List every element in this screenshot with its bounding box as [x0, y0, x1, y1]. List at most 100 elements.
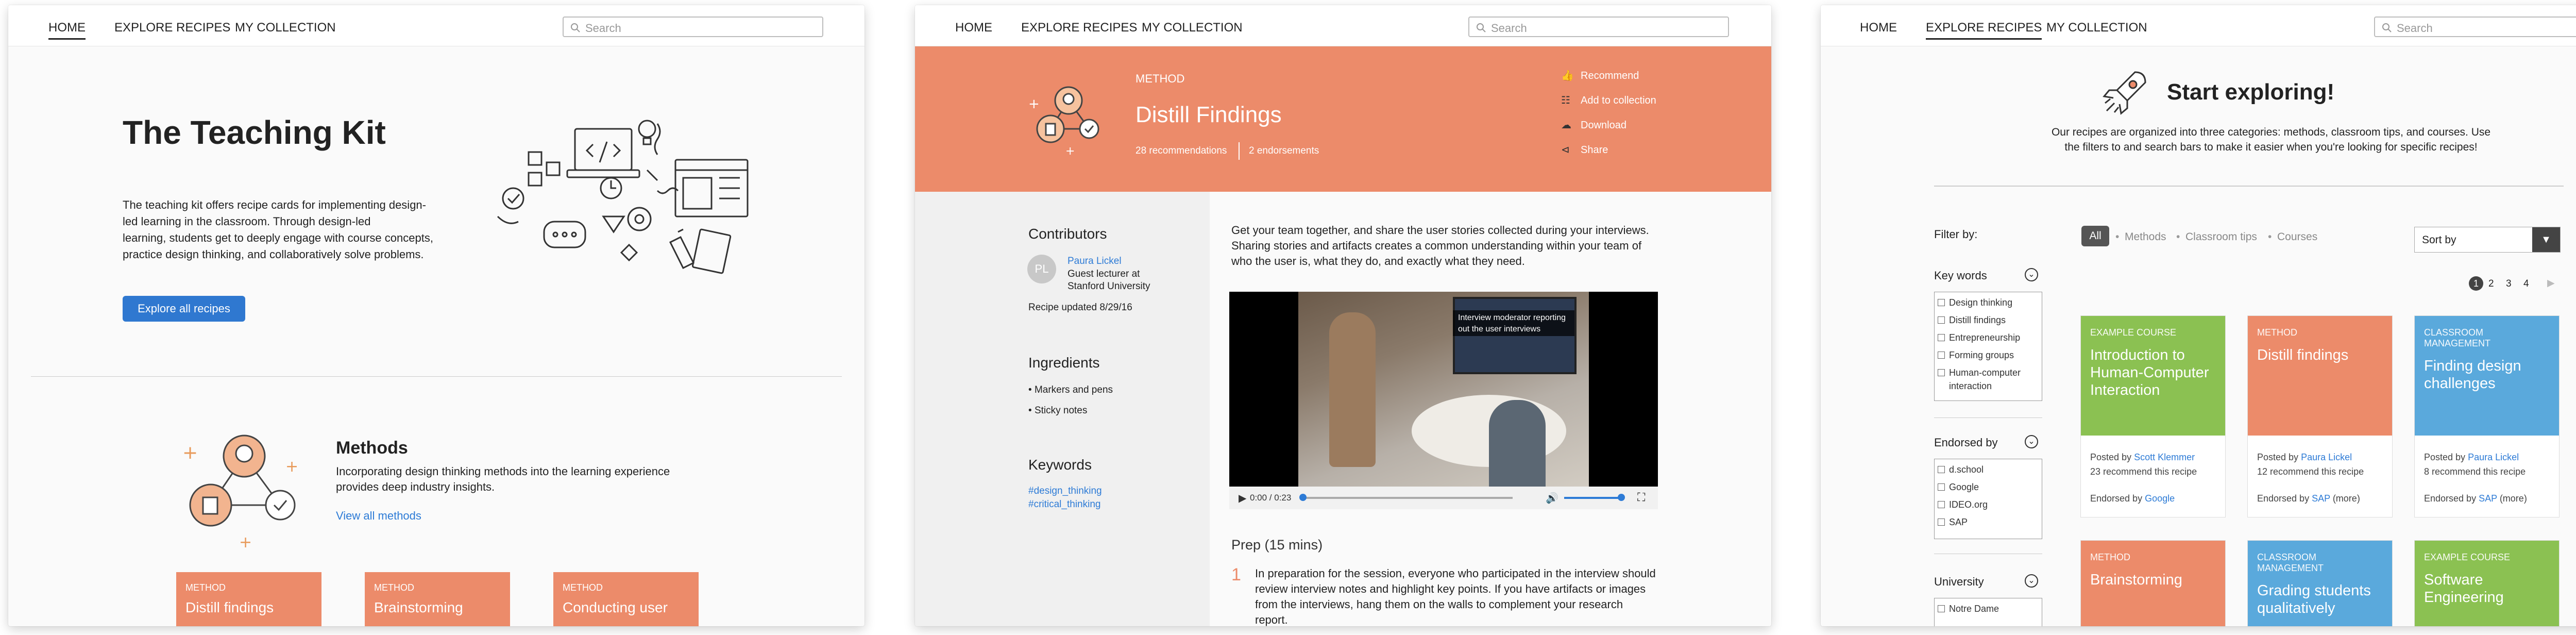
- view-all-methods-link[interactable]: View all methods: [336, 509, 421, 523]
- volume-icon[interactable]: 🔊: [1546, 492, 1558, 505]
- volume-handle[interactable]: [1618, 494, 1625, 501]
- checkbox-google[interactable]: Google: [1938, 482, 1979, 493]
- nav-home[interactable]: HOME: [48, 21, 86, 40]
- search-placeholder: Search: [2397, 22, 2433, 35]
- search-input[interactable]: Search: [563, 16, 823, 37]
- divider: [1239, 142, 1240, 160]
- recommend-button[interactable]: Recommend: [1581, 70, 1639, 82]
- recipe-category: METHOD: [1136, 72, 1185, 85]
- page-4[interactable]: 4: [2523, 278, 2529, 290]
- sort-label: Sort by: [2422, 234, 2456, 246]
- page-3[interactable]: 3: [2506, 278, 2512, 290]
- share-button[interactable]: Share: [1581, 144, 1608, 156]
- download-button[interactable]: Download: [1581, 120, 1626, 131]
- next-page-icon[interactable]: ▶: [2547, 277, 2555, 289]
- checkbox-dschool[interactable]: d.school: [1938, 464, 1984, 475]
- recipe-card[interactable]: METHOD Distill findings Posted by Paura …: [2247, 315, 2393, 517]
- video-time: 0:00 / 0:23: [1250, 493, 1292, 503]
- hero-title: Start exploring!: [2167, 79, 2335, 105]
- teaching-kit-home-panel: HOME EXPLORE RECIPES MY COLLECTION Searc…: [8, 5, 865, 626]
- nav-my-collection[interactable]: MY COLLECTION: [235, 21, 336, 38]
- search-placeholder: Search: [585, 22, 621, 35]
- svg-text:+: +: [285, 458, 298, 476]
- checkbox-sap[interactable]: SAP: [1938, 517, 1968, 528]
- ingredient-item: • Sticky notes: [1028, 405, 1088, 416]
- page-1[interactable]: 1: [2469, 276, 2483, 291]
- search-input[interactable]: Search: [2374, 16, 2576, 37]
- checkbox-human-computer-interaction[interactable]: Human-computer: [1938, 367, 2021, 378]
- tab-classroom-tips[interactable]: Classroom tips: [2185, 231, 2257, 243]
- nav-home[interactable]: HOME: [955, 21, 992, 38]
- search-input[interactable]: Search: [1468, 16, 1729, 37]
- checkbox-distill-findings[interactable]: Distill findings: [1938, 315, 2006, 326]
- video-controls: ▶ 0:00 / 0:23 🔊 ⛶: [1229, 487, 1658, 509]
- checkbox-ideo[interactable]: IDEO.org: [1938, 499, 1988, 510]
- video-scrubber[interactable]: [1299, 494, 1307, 501]
- step-number: 1: [1231, 565, 1241, 584]
- recipe-card[interactable]: CLASSROOM MANAGEMENT Finding design chall…: [2414, 315, 2560, 517]
- keywords-heading: Keywords: [1028, 457, 1092, 473]
- svg-text:+: +: [239, 533, 252, 552]
- university-filter-list: Notre Dame: [1934, 598, 2042, 626]
- nav-explore-recipes[interactable]: EXPLORE RECIPES: [1021, 21, 1137, 38]
- video-player[interactable]: Interview moderator reporting out the use…: [1229, 292, 1658, 509]
- checkbox-notre-dame[interactable]: Notre Dame: [1938, 604, 1999, 614]
- contributor-role: Guest lecturer at Stanford University: [1067, 269, 1150, 292]
- chevron-down-icon[interactable]: ⌄: [2025, 435, 2038, 448]
- svg-text:+: +: [182, 442, 198, 463]
- add-collection-icon: ☷: [1561, 95, 1570, 106]
- chevron-down-icon[interactable]: ▼: [2532, 227, 2560, 252]
- tab-courses[interactable]: Courses: [2277, 231, 2317, 243]
- svg-text:+: +: [1028, 96, 1040, 112]
- recipe-card[interactable]: EXAMPLE COURSE Introduction to Human-Comp…: [2080, 315, 2226, 517]
- checkbox-design-thinking[interactable]: Design thinking: [1938, 297, 2012, 308]
- recipe-detail-panel: HOME EXPLORE RECIPES MY COLLECTION Searc…: [915, 5, 1771, 626]
- methods-heading: Methods: [336, 438, 408, 458]
- nav-home[interactable]: HOME: [1860, 21, 1897, 38]
- nav-my-collection[interactable]: MY COLLECTION: [2046, 21, 2147, 38]
- play-icon[interactable]: ▶: [1239, 492, 1246, 505]
- recipe-card[interactable]: METHOD Brainstorming: [2080, 540, 2226, 626]
- endorsement-count: 2 endorsements: [1249, 145, 1319, 156]
- nav-explore-recipes[interactable]: EXPLORE RECIPES: [1926, 21, 2042, 40]
- add-to-collection-button[interactable]: Add to collection: [1581, 95, 1656, 107]
- card-endorsement: Endorsed by Google: [2090, 493, 2175, 504]
- video-person: [1489, 400, 1546, 493]
- contributor-name-link[interactable]: Paura Lickel: [1067, 256, 1122, 267]
- method-card[interactable]: METHOD Conducting user: [553, 572, 699, 626]
- recommend-action[interactable]: 👍: [1561, 69, 1574, 82]
- video-progress-bar[interactable]: [1301, 497, 1513, 499]
- top-nav: HOME EXPLORE RECIPES MY COLLECTION Searc…: [8, 5, 865, 46]
- keyword-link[interactable]: #critical_thinking: [1028, 499, 1100, 510]
- keyword-link[interactable]: #design_thinking: [1028, 486, 1102, 497]
- tab-all[interactable]: All: [2081, 226, 2109, 246]
- checkbox-entrepreneurship[interactable]: Entrepreneurship: [1938, 332, 2020, 343]
- ingredients-heading: Ingredients: [1028, 355, 1100, 371]
- nav-explore-recipes[interactable]: EXPLORE RECIPES: [114, 21, 230, 38]
- checkbox-label-continuation: interaction: [1949, 381, 1992, 391]
- recipe-updated-date: Recipe updated 8/29/16: [1028, 302, 1132, 313]
- search-icon: [2382, 23, 2392, 32]
- recipe-card[interactable]: EXAMPLE COURSE Software Engineering: [2414, 540, 2560, 626]
- methods-icon: + + +: [182, 435, 298, 552]
- tab-methods[interactable]: Methods: [2125, 231, 2166, 243]
- volume-slider[interactable]: [1564, 497, 1620, 499]
- method-card[interactable]: METHOD Distill findings: [176, 572, 321, 626]
- search-icon: [571, 23, 580, 32]
- checkbox-forming-groups[interactable]: Forming groups: [1938, 350, 2014, 361]
- teaching-tools-illustration-icon: [497, 120, 749, 274]
- nav-my-collection[interactable]: MY COLLECTION: [1142, 21, 1243, 38]
- page-2[interactable]: 2: [2488, 278, 2494, 290]
- card-recommendations: 23 recommend this recipe: [2090, 466, 2197, 477]
- fullscreen-icon[interactable]: ⛶: [1637, 491, 1645, 504]
- rocket-icon: [2103, 71, 2146, 115]
- methods-description: Incorporating design thinking methods in…: [336, 465, 670, 493]
- recipe-card[interactable]: CLASSROOM MANAGEMENT Grading students qua…: [2247, 540, 2393, 626]
- explore-recipes-panel: HOME EXPLORE RECIPES MY COLLECTION Searc…: [1821, 5, 2576, 626]
- thumbs-up-icon: 👍: [1561, 70, 1574, 81]
- explore-all-recipes-button[interactable]: Explore all recipes: [123, 296, 245, 322]
- chevron-down-icon[interactable]: ⌄: [2025, 268, 2038, 281]
- chevron-down-icon[interactable]: ⌄: [2025, 574, 2038, 588]
- sort-dropdown[interactable]: Sort by ▼: [2414, 227, 2561, 253]
- method-card[interactable]: METHOD Brainstorming: [365, 572, 510, 626]
